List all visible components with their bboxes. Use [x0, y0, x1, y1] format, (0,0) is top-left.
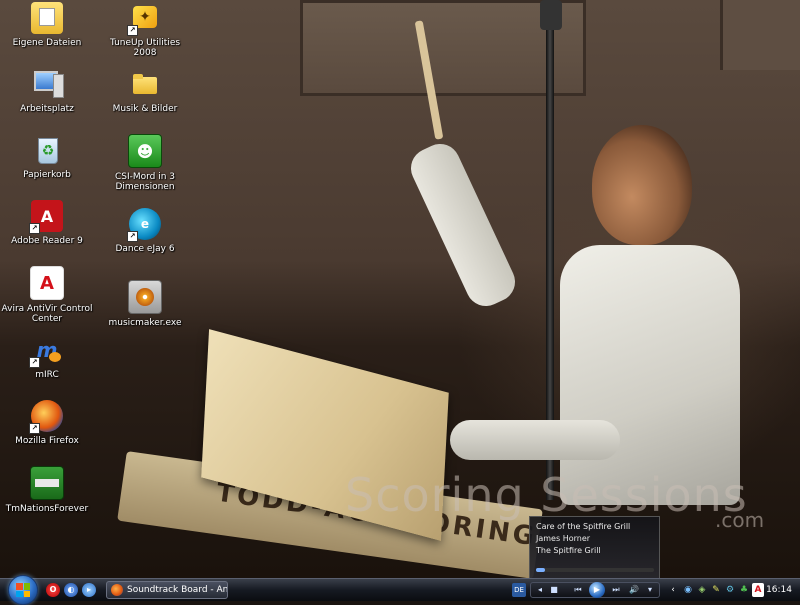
play-button[interactable]: ▶ — [589, 582, 605, 598]
desktop-icon-firefox[interactable]: ↗ Mozilla Firefox — [0, 400, 94, 446]
quicklaunch-browser-icon[interactable]: ◐ — [64, 583, 78, 597]
media-notification[interactable]: Care of the Spitfire Grill James Horner … — [529, 516, 660, 578]
desktop-icon-dance-ejay[interactable]: e ↗ Dance eJay 6 — [98, 208, 192, 254]
tray-app-icon[interactable]: ✎ — [710, 583, 722, 597]
taskbar-clock[interactable]: 16:14 — [766, 579, 792, 601]
taskbar: O ◐ ▸ Soundtrack Board - An... DE ◂ ■ ⏮ … — [0, 575, 800, 605]
conductor-body — [560, 245, 740, 505]
conductor-head — [592, 125, 692, 245]
microphone — [540, 0, 562, 30]
media-progress-bar[interactable] — [536, 568, 654, 572]
desktop-icon-label: Mozilla Firefox — [15, 436, 79, 446]
desktop-icon-label: CSI-Mord in 3 Dimensionen — [114, 172, 176, 192]
folder-icon — [129, 68, 161, 100]
dance-ejay-icon: e ↗ — [127, 208, 161, 242]
media-artist: James Horner — [536, 534, 591, 543]
desktop-icon-csi[interactable]: ☻ CSI-Mord in 3 Dimensionen — [98, 134, 192, 192]
csi-game-icon: ☻ — [128, 134, 162, 168]
desktop-icon-label: Musik & Bilder — [112, 104, 178, 114]
desktop-icon-arbeitsplatz[interactable]: Arbeitsplatz — [0, 68, 94, 114]
toolbar-restore-icon[interactable]: ◂ — [534, 584, 546, 596]
desktop-icon-label: TmNationsForever — [5, 504, 89, 514]
musicmaker-icon — [128, 280, 162, 314]
tuneup-icon: ✦ ↗ — [127, 2, 161, 36]
taskbar-button-active-window[interactable]: Soundtrack Board - An... — [106, 581, 228, 599]
shortcut-arrow-icon: ↗ — [29, 423, 40, 434]
firefox-icon — [111, 584, 123, 596]
shortcut-arrow-icon: ↗ — [29, 223, 40, 234]
desktop-icon-label: mIRC — [35, 370, 59, 380]
chevron-down-icon[interactable]: ▾ — [645, 584, 655, 596]
desktop-icon-musicmaker[interactable]: musicmaker.exe — [98, 280, 192, 328]
computer-icon — [31, 68, 64, 100]
volume-icon[interactable]: 🔊 — [627, 584, 641, 596]
tray-app-icon[interactable]: ♣ — [738, 583, 750, 597]
tray-app-icon[interactable]: ◈ — [696, 583, 708, 597]
mirc-icon: m ↗ — [29, 334, 63, 368]
taskbar-button-label: Soundtrack Board - An... — [127, 585, 228, 595]
wall-panel — [720, 0, 800, 70]
wallpaper-watermark: Scoring Sessions — [345, 468, 748, 522]
desktop-icon-musik-bilder[interactable]: Musik & Bilder — [98, 68, 192, 114]
desktop-icon-mirc[interactable]: m ↗ mIRC — [0, 334, 94, 380]
desktop-icon-tuneup[interactable]: ✦ ↗ TuneUp Utilities 2008 — [98, 2, 192, 58]
firefox-icon: ↗ — [29, 400, 63, 434]
system-tray: DE ◂ ■ ⏮ ▶ ⏭ 🔊 ▾ ‹ ◉ ◈ ✎ ⚙ ♣ A 16:14 — [510, 579, 800, 601]
network-icon[interactable]: ◉ — [682, 583, 694, 597]
desktop-icon-label: musicmaker.exe — [108, 318, 182, 328]
shortcut-arrow-icon: ↗ — [29, 357, 40, 368]
avira-icon: A — [30, 266, 64, 300]
opera-icon[interactable]: O — [46, 583, 60, 597]
desktop-icon-tmnations[interactable]: TmNationsForever — [0, 466, 94, 514]
desktop-icon-label: Avira AntiVir Control Center — [1, 304, 93, 324]
desktop-icon-avira[interactable]: A Avira AntiVir Control Center — [0, 266, 94, 324]
desktop-icon-label: Eigene Dateien — [12, 38, 82, 48]
tray-app-icon[interactable]: ⚙ — [724, 583, 736, 597]
desktop-icon-label: Papierkorb — [23, 170, 71, 180]
tmnations-icon — [30, 466, 64, 500]
desktop-icon-label: Adobe Reader 9 — [11, 236, 83, 246]
media-player-toolbar: ◂ ■ ⏮ ▶ ⏭ 🔊 ▾ — [530, 582, 660, 598]
desktop-icon-label: TuneUp Utilities 2008 — [109, 38, 181, 58]
desktop-icon-papierkorb[interactable]: ♻ Papierkorb — [0, 134, 94, 180]
wallpaper-watermark-suffix: .com — [715, 508, 765, 532]
recycle-bin-icon: ♻ — [31, 134, 63, 166]
language-indicator[interactable]: DE — [512, 583, 526, 597]
folder-documents-icon — [31, 2, 63, 34]
desktop-icon-adobe-reader[interactable]: A ↗ Adobe Reader 9 — [0, 200, 94, 246]
shortcut-arrow-icon: ↗ — [127, 25, 138, 36]
conductor-arm — [450, 420, 620, 460]
next-track-icon[interactable]: ⏭ — [609, 584, 623, 596]
desktop-icon-label: Arbeitsplatz — [20, 104, 74, 114]
media-progress-fill — [536, 568, 546, 572]
shortcut-arrow-icon: ↗ — [127, 231, 138, 242]
conductor-arm — [404, 137, 522, 313]
windows-logo-icon — [16, 583, 30, 597]
media-track-title: Care of the Spitfire Grill — [536, 522, 631, 531]
stop-icon[interactable]: ■ — [549, 584, 559, 596]
show-desktop-icon[interactable]: ▸ — [82, 583, 96, 597]
previous-track-icon[interactable]: ⏮ — [571, 584, 585, 596]
desktop-icon-label: Dance eJay 6 — [115, 244, 175, 254]
start-button[interactable] — [8, 575, 38, 605]
media-album: The Spitfire Grill — [536, 546, 601, 555]
desktop-icon-eigene-dateien[interactable]: Eigene Dateien — [0, 2, 94, 48]
adobe-reader-icon: A ↗ — [29, 200, 63, 234]
avira-tray-icon[interactable]: A — [752, 583, 764, 597]
tray-expand-icon[interactable]: ‹ — [668, 583, 678, 597]
